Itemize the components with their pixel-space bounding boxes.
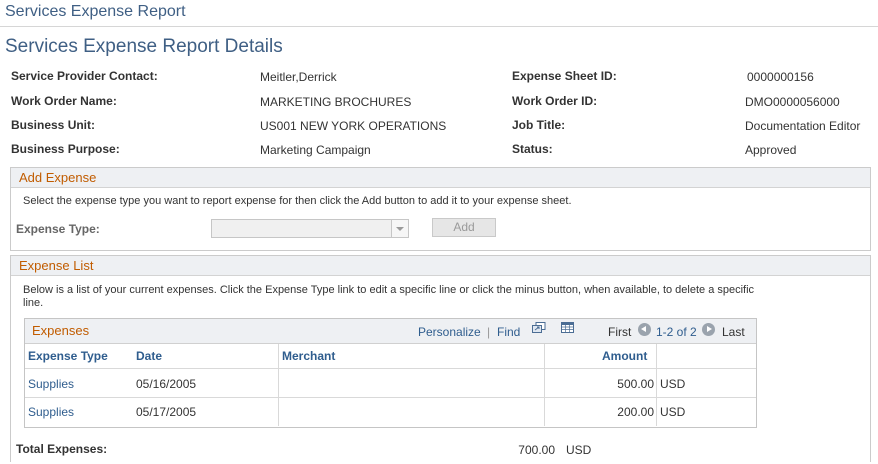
add-expense-title: Add Expense	[19, 170, 97, 185]
total-expenses-currency: USD	[566, 443, 592, 457]
work-order-name-label: Work Order Name:	[11, 94, 117, 108]
dropdown-arrow-icon[interactable]	[391, 220, 408, 237]
expense-list-title: Expense List	[19, 258, 94, 273]
expense-list-instructions-line2: line.	[23, 297, 44, 309]
expenses-grid-header: Expenses Personalize | Find First 1-2 of…	[25, 319, 756, 344]
view-all-icon[interactable]	[532, 322, 546, 334]
expense-list-instructions-line1: Below is a list of your current expenses…	[23, 284, 755, 296]
app-title: Services Expense Report	[5, 3, 186, 20]
first-label: First	[608, 325, 632, 339]
personalize-link[interactable]: Personalize	[418, 325, 481, 339]
add-expense-instructions: Select the expense type you want to repo…	[23, 195, 572, 207]
add-expense-section: Add Expense Select the expense type you …	[10, 167, 871, 251]
status-label: Status:	[512, 142, 553, 156]
page-header: Services Expense Report	[0, 0, 878, 27]
download-to-excel-icon[interactable]	[561, 322, 575, 334]
header-divider	[25, 368, 756, 369]
expense-sheet-id-value: 0000000156	[747, 70, 814, 84]
column-header-merchant[interactable]: Merchant	[282, 349, 335, 363]
last-label: Last	[722, 325, 745, 339]
expense-sheet-id-label: Expense Sheet ID:	[512, 69, 617, 83]
business-purpose-value: Marketing Campaign	[260, 143, 371, 157]
page-title: Services Expense Report Details	[5, 36, 283, 57]
expense-currency: USD	[660, 377, 686, 391]
column-header-date[interactable]: Date	[136, 349, 162, 363]
expenses-grid-title: Expenses	[32, 323, 90, 338]
work-order-id-label: Work Order ID:	[512, 94, 598, 108]
business-unit-label: Business Unit:	[11, 118, 96, 132]
work-order-id-value: DMO0000056000	[745, 95, 840, 109]
row-divider	[25, 397, 756, 398]
expense-currency: USD	[660, 405, 686, 419]
expense-date: 05/17/2005	[136, 405, 197, 419]
expense-type-link[interactable]: Supplies	[28, 377, 74, 391]
column-header-expense-type[interactable]: Expense Type	[28, 349, 108, 363]
job-title-label: Job Title:	[512, 118, 566, 132]
work-order-name-value: MARKETING BROCHURES	[260, 95, 412, 109]
next-arrow-icon[interactable]	[702, 323, 715, 336]
total-expenses-amount: 700.00	[518, 443, 555, 457]
column-divider-currency	[656, 344, 657, 426]
business-purpose-label: Business Purpose:	[11, 142, 120, 156]
expense-type-dropdown[interactable]	[211, 219, 409, 238]
status-value: Approved	[745, 143, 797, 157]
add-expense-header: Add Expense	[11, 168, 870, 188]
expense-type-label: Expense Type:	[16, 222, 100, 236]
business-unit-value: US001 NEW YORK OPERATIONS	[260, 119, 447, 133]
service-provider-contact-value: Meitler,Derrick	[260, 70, 337, 84]
expense-date: 05/16/2005	[136, 377, 197, 391]
column-divider-merchant	[278, 344, 279, 426]
expense-amount: 200.00	[617, 405, 654, 419]
expense-list-header: Expense List	[11, 256, 870, 276]
expenses-grid: Expenses Personalize | Find First 1-2 of…	[24, 318, 757, 428]
job-title-value: Documentation Editor	[745, 119, 861, 133]
add-button[interactable]: Add	[432, 218, 496, 237]
total-expenses-label: Total Expenses:	[16, 442, 108, 456]
find-link[interactable]: Find	[497, 325, 520, 339]
service-provider-contact-label: Service Provider Contact:	[11, 69, 158, 83]
toolbar-separator: |	[487, 325, 491, 339]
column-header-amount[interactable]: Amount	[602, 349, 647, 363]
expense-amount: 500.00	[617, 377, 654, 391]
expense-type-link[interactable]: Supplies	[28, 405, 74, 419]
previous-arrow-icon[interactable]	[638, 323, 651, 336]
row-range: 1-2 of 2	[656, 325, 697, 339]
